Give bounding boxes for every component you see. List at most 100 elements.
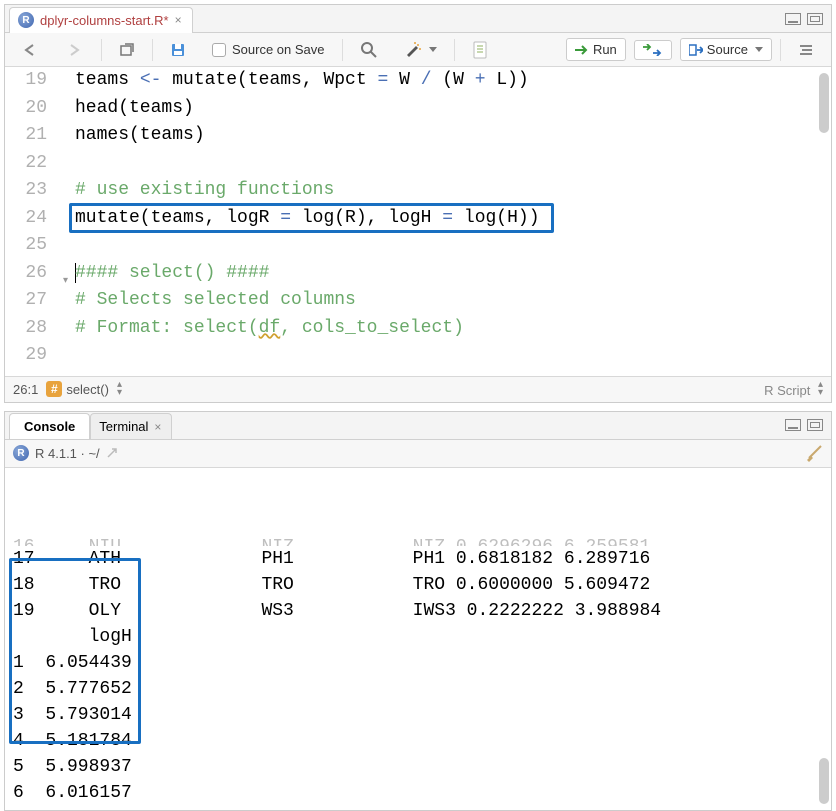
section-indicator[interactable]: # select() ▴▾ xyxy=(46,381,122,397)
console-tab[interactable]: Console xyxy=(9,413,90,439)
code-text: # use existing functions xyxy=(61,180,334,200)
line-number: 22 xyxy=(5,150,61,178)
code-text: head(teams) xyxy=(61,98,194,118)
line-number: 28 xyxy=(5,315,61,343)
editor-pane: R dplyr-columns-start.R* × Source on Sav… xyxy=(4,4,832,403)
close-icon[interactable]: × xyxy=(175,13,182,27)
scrollbar-thumb[interactable] xyxy=(819,758,829,804)
line-number: 27 xyxy=(5,287,61,315)
terminal-tab-label: Terminal xyxy=(99,419,148,434)
compile-report-button[interactable] xyxy=(463,37,497,63)
code-editor[interactable]: 19teams <- mutate(teams, Wpct = W / (W +… xyxy=(5,67,831,376)
console-output[interactable]: 16 NIU NIZ NIZ 0.6296296 6.25958117 ATH … xyxy=(5,468,831,810)
r-file-icon: R xyxy=(18,12,34,28)
pane-window-controls xyxy=(785,419,831,431)
clear-console-icon[interactable] xyxy=(805,444,823,462)
minimize-icon[interactable] xyxy=(785,419,801,431)
forward-button[interactable] xyxy=(57,39,93,61)
scrollbar-thumb[interactable] xyxy=(819,73,829,133)
terminal-tab[interactable]: Terminal × xyxy=(90,413,172,439)
line-number: 21 xyxy=(5,122,61,150)
code-line[interactable]: 28# Format: select(df, cols_to_select) xyxy=(5,315,831,343)
outline-button[interactable] xyxy=(789,39,823,61)
code-text: # Selects selected columns xyxy=(61,290,356,310)
save-button[interactable] xyxy=(161,38,195,62)
language-selector[interactable]: R Script ▴▾ xyxy=(764,381,823,398)
code-text: teams <- mutate(teams, Wpct = W / (W + L… xyxy=(61,70,529,90)
chevron-down-icon xyxy=(429,47,437,52)
source-on-save-toggle[interactable]: Source on Save xyxy=(203,38,334,61)
code-tools-button[interactable] xyxy=(395,37,446,63)
cursor-position: 26:1 xyxy=(13,382,38,397)
editor-toolbar: Source on Save Run Source xyxy=(5,33,831,67)
code-line[interactable]: 21names(teams) xyxy=(5,122,831,150)
chevron-down-icon xyxy=(755,47,763,52)
console-row: 17 ATH PH1 PH1 0.6818182 6.289716 xyxy=(13,546,823,572)
section-name: select() xyxy=(66,382,109,397)
line-number: 24 xyxy=(5,205,61,233)
section-badge-icon: # xyxy=(46,381,62,397)
code-line[interactable]: 22 xyxy=(5,150,831,178)
checkbox-icon[interactable] xyxy=(212,43,226,57)
r-version: R 4.1.1 · ~/ xyxy=(35,446,100,461)
code-line[interactable]: 24mutate(teams, logR = log(R), logH = lo… xyxy=(5,205,831,233)
rerun-button[interactable] xyxy=(634,40,672,60)
editor-statusbar: 26:1 # select() ▴▾ R Script ▴▾ xyxy=(5,376,831,402)
updown-icon: ▴▾ xyxy=(818,381,823,397)
console-row: 2 5.777652 xyxy=(13,676,823,702)
back-button[interactable] xyxy=(13,39,49,61)
popout-icon[interactable] xyxy=(106,447,120,459)
code-line[interactable]: 25 xyxy=(5,232,831,260)
code-text: mutate(teams, logR = log(R), logH = log(… xyxy=(61,208,540,228)
console-tab-label: Console xyxy=(24,419,75,434)
code-text: # Format: select(df, cols_to_select) xyxy=(61,318,464,338)
source-button[interactable]: Source xyxy=(680,38,772,61)
code-line[interactable]: 29 xyxy=(5,342,831,370)
maximize-icon[interactable] xyxy=(807,419,823,431)
code-line[interactable]: 19teams <- mutate(teams, Wpct = W / (W +… xyxy=(5,67,831,95)
console-row: 3 5.793014 xyxy=(13,702,823,728)
editor-tab[interactable]: R dplyr-columns-start.R* × xyxy=(9,7,193,33)
console-row: 19 OLY WS3 IWS3 0.2222222 3.988984 xyxy=(13,598,823,624)
console-pane: Console Terminal × R R 4.1.1 · ~/ 16 NIU… xyxy=(4,411,832,811)
line-number: 20 xyxy=(5,95,61,123)
console-row-cutoff: 16 NIU NIZ NIZ 0.6296296 6.259581 xyxy=(13,534,823,546)
line-number: 26 xyxy=(5,260,61,288)
language-label: R Script xyxy=(764,383,810,398)
console-row: 5 5.998937 xyxy=(13,754,823,780)
editor-tab-title: dplyr-columns-start.R* xyxy=(40,13,169,28)
console-column-header: logH xyxy=(13,624,823,650)
updown-icon: ▴▾ xyxy=(117,381,122,397)
maximize-icon[interactable] xyxy=(807,13,823,25)
show-in-new-window-button[interactable] xyxy=(110,38,144,62)
editor-tabbar: R dplyr-columns-start.R* × xyxy=(5,5,831,33)
code-text: #### select() #### xyxy=(61,263,269,283)
run-button[interactable]: Run xyxy=(566,38,626,61)
line-number: 23 xyxy=(5,177,61,205)
code-text xyxy=(61,235,75,255)
code-line[interactable]: 23# use existing functions xyxy=(5,177,831,205)
pane-window-controls xyxy=(785,13,831,25)
minimize-icon[interactable] xyxy=(785,13,801,25)
source-on-save-label: Source on Save xyxy=(232,42,325,57)
console-tabbar: Console Terminal × xyxy=(5,412,831,440)
close-icon[interactable]: × xyxy=(154,420,161,434)
line-number: 29 xyxy=(5,342,61,370)
source-label: Source xyxy=(707,42,748,57)
line-number: 19 xyxy=(5,67,61,95)
code-text xyxy=(61,153,75,173)
code-text: names(teams) xyxy=(61,125,205,145)
code-line[interactable]: 20head(teams) xyxy=(5,95,831,123)
console-row: 1 6.054439 xyxy=(13,650,823,676)
code-line[interactable]: 27# Selects selected columns xyxy=(5,287,831,315)
console-row: 18 TRO TRO TRO 0.6000000 5.609472 xyxy=(13,572,823,598)
run-label: Run xyxy=(593,42,617,57)
console-row: 4 5.181784 xyxy=(13,728,823,754)
find-button[interactable] xyxy=(351,37,387,63)
code-line[interactable]: 26▾#### select() #### xyxy=(5,260,831,288)
r-logo-icon: R xyxy=(13,445,29,461)
code-text xyxy=(61,345,75,365)
console-row: 6 6.016157 xyxy=(13,780,823,806)
line-number: 25 xyxy=(5,232,61,260)
console-header: R R 4.1.1 · ~/ xyxy=(5,440,831,468)
